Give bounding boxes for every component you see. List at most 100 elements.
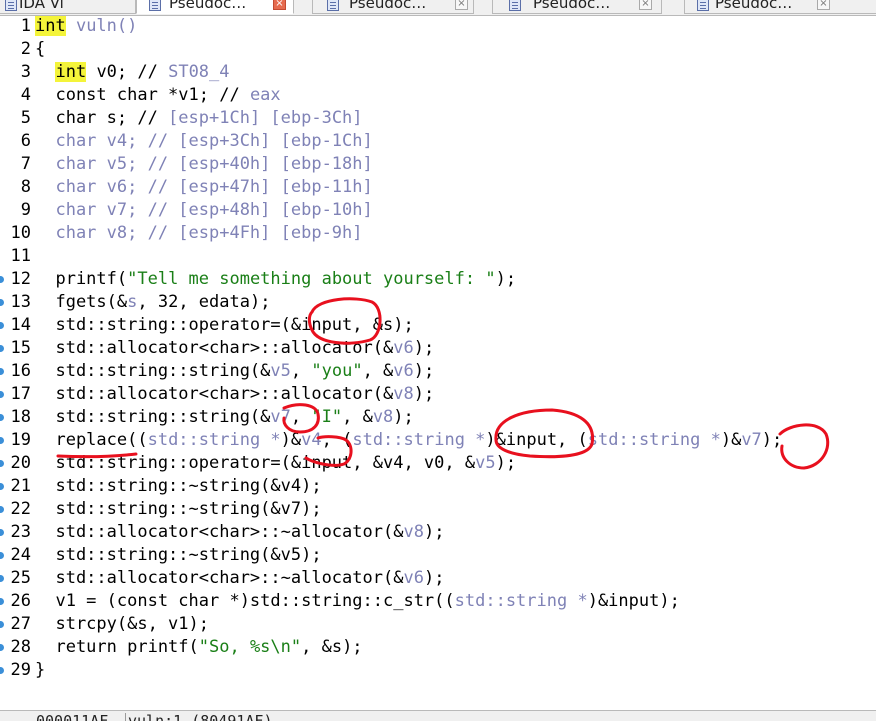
code-text[interactable]: std::string::string(&v7, "I", &v8); bbox=[35, 406, 414, 429]
code-line[interactable]: 10 char v8; // [esp+4Fh] [ebp-9h] bbox=[0, 222, 876, 245]
line-number: 18 bbox=[10, 407, 31, 427]
code-text[interactable]: std::string::string(&v5, "you", &v6); bbox=[35, 360, 434, 383]
code-line[interactable]: 21 std::string::~string(&v4); bbox=[0, 475, 876, 498]
code-line[interactable]: 14 std::string::operator=(&input, &s); bbox=[0, 314, 876, 337]
code-token: , bbox=[290, 407, 312, 427]
code-line[interactable]: 1 int vuln() bbox=[0, 15, 876, 38]
code-text[interactable]: std::allocator<char>::allocator(&v8); bbox=[35, 383, 434, 406]
code-token: ); bbox=[423, 522, 445, 542]
line-number: 7 bbox=[20, 154, 31, 174]
code-text[interactable]: int vuln() bbox=[35, 15, 137, 38]
code-token: v8 bbox=[393, 384, 414, 404]
tab-5[interactable]: Pseudoc… × bbox=[684, 0, 876, 14]
code-text[interactable]: replace((std::string *)&v4, (std::string… bbox=[35, 429, 782, 452]
code-line[interactable]: 11 bbox=[0, 245, 876, 268]
tab-2[interactable]: Pseudoc… × bbox=[136, 0, 294, 14]
code-token: v6 bbox=[393, 361, 414, 381]
code-text[interactable]: } bbox=[35, 659, 45, 682]
code-token: const char *v1; // bbox=[35, 85, 250, 105]
line-number: 9 bbox=[20, 200, 31, 220]
code-text[interactable]: int v0; // ST08_4 bbox=[35, 61, 230, 84]
code-token: )&input, ( bbox=[485, 430, 588, 450]
line-number: 19 bbox=[10, 430, 31, 450]
close-tab-icon[interactable]: × bbox=[639, 0, 652, 10]
code-text[interactable]: printf("Tell me something about yourself… bbox=[35, 268, 516, 291]
tab-4[interactable]: Pseudoc… × bbox=[492, 0, 662, 14]
code-line[interactable]: 16 std::string::string(&v5, "you", &v6); bbox=[0, 360, 876, 383]
code-line[interactable]: 7 char v5; // [esp+40h] [ebp-18h] bbox=[0, 153, 876, 176]
code-text[interactable]: std::allocator<char>::~allocator(&v8); bbox=[35, 521, 444, 544]
code-text[interactable]: char s; // [esp+1Ch] [ebp-3Ch] bbox=[35, 107, 362, 130]
code-line[interactable]: 24 std::string::~string(&v5); bbox=[0, 544, 876, 567]
code-line[interactable]: 2{ bbox=[0, 38, 876, 61]
code-line[interactable]: 6 char v4; // [esp+3Ch] [ebp-1Ch] bbox=[0, 130, 876, 153]
code-line[interactable]: 20 std::string::operator=(&input, &v4, v… bbox=[0, 452, 876, 475]
tab-3[interactable]: Pseudoc… × bbox=[312, 0, 474, 14]
code-token: char v4; // [esp+3Ch] [ebp-1Ch] bbox=[35, 131, 373, 151]
code-text[interactable]: return printf("So, %s\n", &s); bbox=[35, 636, 362, 659]
code-text[interactable]: char v4; // [esp+3Ch] [ebp-1Ch] bbox=[35, 130, 373, 153]
code-token: v8 bbox=[372, 407, 394, 427]
code-line[interactable]: 19 replace((std::string *)&v4, (std::str… bbox=[0, 429, 876, 452]
code-token: ST08_4 bbox=[168, 62, 230, 82]
code-token: v4 bbox=[301, 430, 322, 450]
pseudocode-icon bbox=[697, 0, 709, 11]
code-line[interactable]: 12 printf("Tell me something about yours… bbox=[0, 268, 876, 291]
close-tab-icon[interactable]: × bbox=[817, 0, 830, 10]
line-number: 16 bbox=[10, 361, 31, 381]
tab-1[interactable]: IDA Vi bbox=[0, 0, 136, 14]
code-line[interactable]: 23 std::allocator<char>::~allocator(&v8)… bbox=[0, 521, 876, 544]
code-line[interactable]: 28 return printf("So, %s\n", &s); bbox=[0, 636, 876, 659]
code-text[interactable]: char v5; // [esp+40h] [ebp-18h] bbox=[35, 153, 372, 176]
code-line[interactable]: 29} bbox=[0, 659, 876, 682]
line-number: 26 bbox=[10, 591, 31, 611]
line-number: 17 bbox=[10, 384, 31, 404]
ida-view-icon bbox=[5, 0, 17, 11]
code-line[interactable]: 5 char s; // [esp+1Ch] [ebp-3Ch] bbox=[0, 107, 876, 130]
code-line[interactable]: 4 const char *v1; // eax bbox=[0, 84, 876, 107]
code-line[interactable]: 25 std::allocator<char>::~allocator(&v6)… bbox=[0, 567, 876, 590]
code-text[interactable]: std::string::~string(&v4); bbox=[35, 475, 322, 498]
line-number: 12 bbox=[10, 269, 31, 289]
code-text[interactable]: std::allocator<char>::~allocator(&v6); bbox=[35, 567, 444, 590]
code-line[interactable]: 22 std::string::~string(&v7); bbox=[0, 498, 876, 521]
code-line[interactable]: 17 std::allocator<char>::allocator(&v8); bbox=[0, 383, 876, 406]
code-text[interactable]: v1 = (const char *)std::string::c_str((s… bbox=[35, 590, 679, 613]
code-line[interactable]: 13 fgets(&s, 32, edata); bbox=[0, 291, 876, 314]
code-line[interactable]: 26 v1 = (const char *)std::string::c_str… bbox=[0, 590, 876, 613]
code-text[interactable]: std::string::operator=(&input, &s); bbox=[35, 314, 413, 337]
line-number: 24 bbox=[10, 545, 31, 565]
code-text[interactable]: std::allocator<char>::allocator(&v6); bbox=[35, 337, 434, 360]
code-text[interactable]: const char *v1; // eax bbox=[35, 84, 280, 107]
close-tab-icon[interactable]: × bbox=[273, 0, 286, 10]
code-token: char s; // bbox=[35, 108, 169, 128]
code-token: ); bbox=[761, 430, 783, 450]
code-text[interactable]: fgets(&s, 32, edata); bbox=[35, 291, 270, 314]
code-text[interactable]: char v7; // [esp+48h] [ebp-10h] bbox=[35, 199, 372, 222]
code-token: std::string::~string(&v7); bbox=[35, 499, 322, 519]
code-token: )& bbox=[280, 430, 302, 450]
code-text[interactable]: { bbox=[35, 38, 45, 61]
code-text[interactable]: strcpy(&s, v1); bbox=[35, 613, 209, 636]
tab-label: Pseudoc… bbox=[169, 0, 247, 12]
code-text[interactable]: char v6; // [esp+47h] [ebp-11h] bbox=[35, 176, 372, 199]
code-text[interactable]: char v8; // [esp+4Fh] [ebp-9h] bbox=[35, 222, 362, 245]
pseudocode-view[interactable]: 1 int vuln() 2{3 int v0; // ST08_4 4 const … bbox=[0, 15, 876, 710]
code-text[interactable]: std::string::~string(&v5); bbox=[35, 544, 321, 567]
tab-label: Pseudoc… bbox=[533, 0, 611, 12]
line-number: 6 bbox=[20, 131, 31, 151]
code-line[interactable]: 18 std::string::string(&v7, "I", &v8); bbox=[0, 406, 876, 429]
code-line[interactable]: 3 int v0; // ST08_4 bbox=[0, 61, 876, 84]
pseudocode-icon bbox=[327, 0, 339, 11]
code-line[interactable]: 15 std::allocator<char>::allocator(&v6); bbox=[0, 337, 876, 360]
close-tab-icon[interactable]: × bbox=[455, 0, 468, 10]
code-line[interactable]: 27 strcpy(&s, v1); bbox=[0, 613, 876, 636]
code-token: ); bbox=[393, 407, 414, 427]
code-line[interactable]: 8 char v6; // [esp+47h] [ebp-11h] bbox=[0, 176, 876, 199]
code-text[interactable]: std::string::~string(&v7); bbox=[35, 498, 322, 521]
code-token: v0; // bbox=[86, 62, 169, 82]
code-text[interactable]: std::string::operator=(&input, &v4, v0, … bbox=[35, 452, 516, 475]
code-token: std::string::~string(&v4); bbox=[35, 476, 322, 496]
code-line[interactable]: 9 char v7; // [esp+48h] [ebp-10h] bbox=[0, 199, 876, 222]
line-number: 10 bbox=[10, 223, 31, 243]
